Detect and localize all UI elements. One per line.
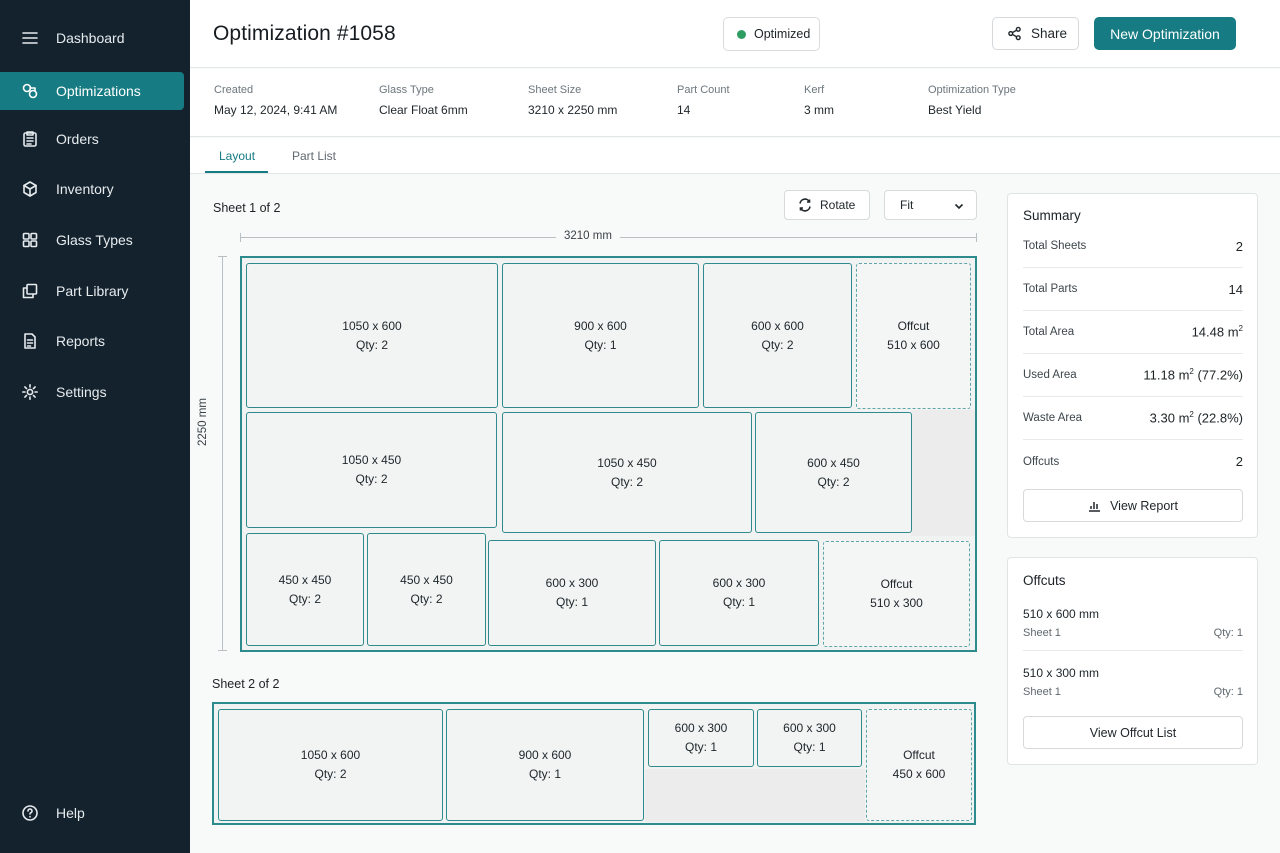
part-piece[interactable]: 1050 x 600 Qty: 2 <box>218 709 443 821</box>
sidebar-item-inventory[interactable]: Inventory <box>0 170 184 208</box>
document-icon <box>20 331 40 351</box>
meta-kerf: Kerf 3 mm <box>804 84 834 117</box>
tab-bar: Layout Part List <box>190 138 1280 174</box>
meta-sheet-size: Sheet Size 3210 x 2250 mm <box>528 84 618 117</box>
page-header: Optimization #1058 Optimized Share New O… <box>190 0 1280 68</box>
new-optimization-button[interactable]: New Optimization <box>1094 17 1236 50</box>
offcut-piece[interactable]: Offcut 450 x 600 <box>866 709 972 821</box>
summary-row-total-area: Total Area 14.48 m2 <box>1023 311 1243 354</box>
bar-chart-icon <box>1089 502 1101 512</box>
part-piece[interactable]: 600 x 600 Qty: 2 <box>703 263 852 408</box>
sidebar-item-optimizations[interactable]: Optimizations <box>0 72 184 110</box>
optimizations-icon <box>20 81 40 101</box>
meta-created: Created May 12, 2024, 9:41 AM <box>214 84 338 117</box>
height-label: 2250 mm <box>197 392 209 452</box>
offcut-piece[interactable]: Offcut 510 x 600 <box>856 263 971 409</box>
summary-row-total-sheets: Total Sheets 2 <box>1023 225 1243 268</box>
part-piece[interactable]: 600 x 300 Qty: 1 <box>648 709 754 767</box>
sidebar-item-label: Dashboard <box>56 30 125 46</box>
status-text: Optimized <box>754 27 811 41</box>
part-piece[interactable]: 600 x 450 Qty: 2 <box>755 412 912 533</box>
offcut-list-item[interactable]: 510 x 300 mm Sheet 1 Qty: 1 <box>1023 666 1243 698</box>
sidebar-item-label: Orders <box>56 131 99 147</box>
summary-row-total-parts: Total Parts 14 <box>1023 268 1243 311</box>
offcut-list-item[interactable]: 510 x 600 mm Sheet 1 Qty: 1 <box>1023 607 1243 639</box>
meta-part-count: Part Count 14 <box>677 84 730 117</box>
part-piece[interactable]: 450 x 450 Qty: 2 <box>246 533 364 646</box>
part-piece[interactable]: 1050 x 450 Qty: 2 <box>246 412 497 528</box>
rotate-button[interactable]: Rotate <box>784 190 870 220</box>
offcut-piece[interactable]: Offcut 510 x 300 <box>823 541 970 647</box>
sidebar-item-settings[interactable]: Settings <box>0 373 184 411</box>
rotate-icon <box>799 198 811 212</box>
sidebar-item-label: Optimizations <box>56 83 141 99</box>
zoom-select[interactable]: Fit <box>884 190 977 220</box>
sidebar-item-label: Reports <box>56 333 106 349</box>
sidebar-item-help[interactable]: Help <box>0 794 184 832</box>
sidebar-item-label: Help <box>56 805 85 821</box>
clipboard-icon <box>20 129 40 149</box>
rotate-label: Rotate <box>820 198 856 212</box>
share-button[interactable]: Share <box>992 17 1079 50</box>
view-report-button[interactable]: View Report <box>1023 489 1243 522</box>
main-content: Optimization #1058 Optimized Share New O… <box>190 0 1280 853</box>
chevron-down-icon <box>954 203 964 210</box>
sidebar-item-orders[interactable]: Orders <box>0 120 184 158</box>
waste-area <box>911 410 975 536</box>
part-piece[interactable]: 900 x 600 Qty: 1 <box>446 709 644 821</box>
sidebar-item-reports[interactable]: Reports <box>0 322 184 360</box>
sidebar: Dashboard Optimizations Orders Inventory… <box>0 0 190 853</box>
sidebar-item-dashboard[interactable]: Dashboard <box>0 19 184 57</box>
gear-icon <box>20 382 40 402</box>
view-offcut-list-button[interactable]: View Offcut List <box>1023 716 1243 749</box>
status-badge: Optimized <box>723 17 820 51</box>
tab-layout[interactable]: Layout <box>219 149 255 163</box>
height-dimension <box>217 256 227 651</box>
share-icon <box>1008 26 1021 41</box>
page-title: Optimization #1058 <box>213 22 396 45</box>
meta-optimization-type: Optimization Type Best Yield <box>928 84 1016 117</box>
waste-area <box>645 769 865 822</box>
help-icon <box>20 803 40 823</box>
sheet-1-canvas: 1050 x 600 Qty: 2 900 x 600 Qty: 1 600 x 6… <box>240 256 977 652</box>
part-piece[interactable]: 600 x 300 Qty: 1 <box>659 540 819 646</box>
part-piece[interactable]: 900 x 600 Qty: 1 <box>502 263 699 408</box>
sidebar-item-label: Part Library <box>56 283 129 299</box>
optimization-details: Created May 12, 2024, 9:41 AM Glass Type… <box>190 69 1280 137</box>
summary-panel: Summary Total Sheets 2 Total Parts 14 To… <box>1007 193 1258 538</box>
sheet-2-title: Sheet 2 of 2 <box>212 677 280 691</box>
sidebar-item-glass-types[interactable]: Glass Types <box>0 221 184 259</box>
active-tab-indicator <box>205 171 268 173</box>
part-piece[interactable]: 600 x 300 Qty: 1 <box>757 709 862 767</box>
part-piece[interactable]: 1050 x 450 Qty: 2 <box>502 412 752 533</box>
summary-row-waste-area: Waste Area 3.30 m2 (22.8%) <box>1023 397 1243 440</box>
zoom-value: Fit <box>900 198 914 212</box>
summary-row-used-area: Used Area 11.18 m2 (77.2%) <box>1023 354 1243 397</box>
offcuts-panel: Offcuts 510 x 600 mm Sheet 1 Qty: 1 510 x… <box>1007 557 1258 765</box>
part-piece[interactable]: 450 x 450 Qty: 2 <box>367 533 486 646</box>
meta-glass-type: Glass Type Clear Float 6mm <box>379 84 468 117</box>
width-label: 3210 mm <box>556 230 620 242</box>
part-piece[interactable]: 600 x 300 Qty: 1 <box>488 540 656 646</box>
share-label: Share <box>1031 26 1068 41</box>
sidebar-item-part-library[interactable]: Part Library <box>0 272 184 310</box>
sidebar-item-label: Inventory <box>56 181 114 197</box>
offcuts-title: Offcuts <box>1023 573 1066 588</box>
tab-part-list[interactable]: Part List <box>292 149 336 163</box>
sidebar-item-label: Glass Types <box>56 232 133 248</box>
sidebar-item-label: Settings <box>56 384 107 400</box>
summary-row-offcuts: Offcuts 2 <box>1023 454 1243 469</box>
box-icon <box>20 179 40 199</box>
grid-icon <box>20 230 40 250</box>
layers-icon <box>20 281 40 301</box>
sheet-1-title: Sheet 1 of 2 <box>213 201 281 215</box>
menu-icon <box>20 28 40 48</box>
sheet-2-canvas: 1050 x 600 Qty: 2 900 x 600 Qty: 1 600 x 3… <box>212 702 976 825</box>
status-dot-icon <box>737 29 746 39</box>
summary-title: Summary <box>1023 208 1081 223</box>
part-piece[interactable]: 1050 x 600 Qty: 2 <box>246 263 498 408</box>
